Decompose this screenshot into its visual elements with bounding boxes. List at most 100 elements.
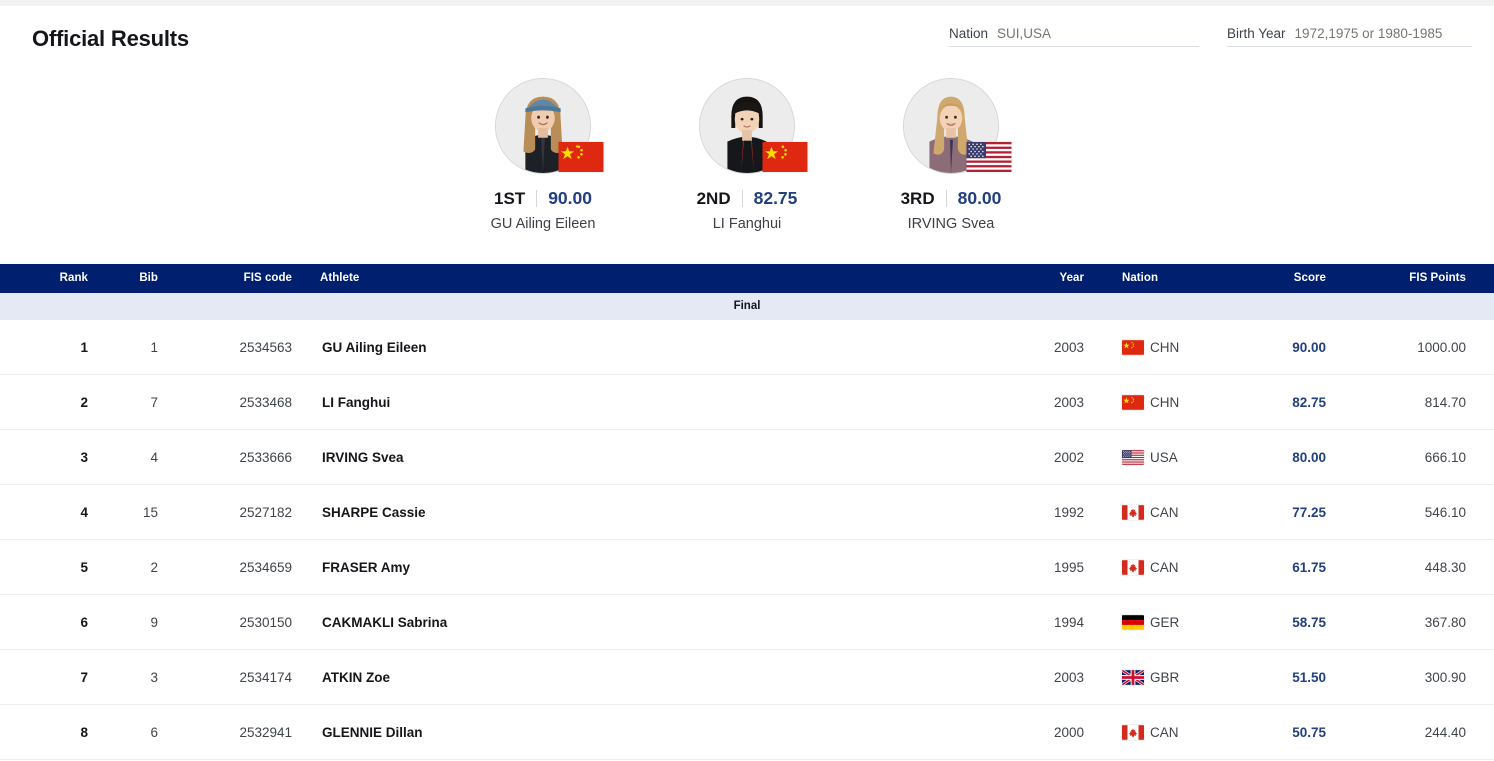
nation-code: CHN	[1150, 395, 1180, 410]
cell-score: 51.50	[1292, 670, 1326, 685]
cn-flag-icon	[558, 142, 604, 172]
cn-flag-icon	[1122, 395, 1144, 410]
page-title: Official Results	[32, 26, 189, 51]
table-row[interactable]: 5 2 2534659 FRASER Amy 1995 61.75 448.30 CAN	[0, 540, 1494, 595]
cell-bib: 15	[142, 505, 158, 520]
cell-athlete: LI Fanghui	[322, 395, 391, 410]
avatar-wrap	[903, 78, 1012, 174]
cell-year: 2003	[1053, 340, 1084, 355]
podium-score: 90.00	[548, 188, 592, 208]
column-header-nation[interactable]: Nation	[1122, 264, 1178, 293]
nation-filter-label: Nation	[949, 26, 989, 41]
cell-fis-code: 2533468	[239, 395, 292, 410]
gb-flag-icon	[1122, 670, 1144, 685]
table-row[interactable]: 3 4 2533666 IRVING Svea 2002 80.00 666.10 USA	[0, 430, 1494, 485]
cell-rank: 8	[80, 725, 88, 740]
column-header-athlete[interactable]: Athlete	[320, 264, 359, 293]
page-header: Official Results Nation Birth Year	[0, 6, 1494, 62]
cell-year: 2003	[1053, 395, 1084, 410]
podium-card-3[interactable]: 3RD 80.00 IRVING Svea	[879, 62, 1024, 262]
column-header-fis-points[interactable]: FIS Points	[1386, 264, 1466, 293]
cell-score: 82.75	[1292, 395, 1326, 410]
cell-year: 1995	[1053, 560, 1084, 575]
cell-rank: 3	[80, 450, 88, 465]
cell-score: 50.75	[1292, 725, 1326, 740]
cell-year: 2003	[1053, 670, 1084, 685]
us-flag-icon	[1122, 450, 1144, 465]
cell-fis-points: 300.90	[1424, 670, 1466, 685]
avatar-wrap	[495, 78, 604, 174]
cell-bib: 2	[150, 560, 158, 575]
cell-nation: CHN	[1122, 375, 1242, 430]
cell-athlete: GU Ailing Eileen	[322, 340, 427, 355]
podium-meta: 3RD 80.00	[901, 188, 1002, 209]
cell-nation: CAN	[1122, 485, 1242, 540]
cell-fis-code: 2530150	[239, 615, 292, 630]
cell-nation: CAN	[1122, 540, 1242, 595]
table-row[interactable]: 4 15 2527182 SHARPE Cassie 1992 77.25 546.10 C…	[0, 485, 1494, 540]
cell-fis-code: 2534563	[239, 340, 292, 355]
cell-rank: 7	[80, 670, 88, 685]
cell-bib: 1	[150, 340, 158, 355]
column-header-score[interactable]: Score	[1262, 264, 1326, 293]
de-flag-icon	[1122, 615, 1144, 630]
cell-bib: 7	[150, 395, 158, 410]
column-header-year[interactable]: Year	[1040, 264, 1084, 293]
cell-nation: GBR	[1122, 650, 1242, 705]
nation-code: CAN	[1150, 560, 1179, 575]
podium-divider	[741, 190, 743, 207]
podium-athlete-name: LI Fanghui	[712, 216, 782, 232]
cell-fis-code: 2533666	[239, 450, 292, 465]
podium-rank: 3RD	[900, 188, 935, 208]
column-header-bib[interactable]: Bib	[118, 264, 158, 293]
podium-card-1[interactable]: 1ST 90.00 GU Ailing Eileen	[471, 62, 616, 262]
cell-fis-code: 2534174	[239, 670, 292, 685]
cell-score: 58.75	[1292, 615, 1326, 630]
podium-rank: 1ST	[494, 188, 526, 208]
nation-code: CAN	[1150, 505, 1179, 520]
cell-rank: 5	[80, 560, 88, 575]
cell-fis-code: 2534659	[239, 560, 292, 575]
nation-filter[interactable]: Nation	[949, 26, 1199, 47]
cn-flag-icon	[1122, 340, 1144, 355]
column-header-rank[interactable]: Rank	[48, 264, 88, 293]
birth-year-input[interactable]	[1294, 26, 1472, 41]
cell-fis-code: 2532941	[239, 725, 292, 740]
table-row[interactable]: 7 3 2534174 ATKIN Zoe 2003 51.50 300.90 GBR	[0, 650, 1494, 705]
nation-code: GBR	[1150, 670, 1180, 685]
cell-year: 2000	[1053, 725, 1084, 740]
podium: 1ST 90.00 GU Ailing Eileen 2ND 82.75 LI …	[0, 62, 1494, 262]
table-row[interactable]: 8 6 2532941 GLENNIE Dillan 2000 50.75 244.40 C…	[0, 705, 1494, 760]
cell-bib: 3	[150, 670, 158, 685]
avatar-wrap	[699, 78, 808, 174]
podium-card-2[interactable]: 2ND 82.75 LI Fanghui	[675, 62, 820, 262]
column-header-fis-code[interactable]: FIS code	[228, 264, 292, 293]
nation-code: CAN	[1150, 725, 1179, 740]
cell-athlete: FRASER Amy	[322, 560, 411, 575]
cell-score: 80.00	[1292, 450, 1326, 465]
birth-year-filter[interactable]: Birth Year	[1227, 26, 1472, 47]
cell-athlete: CAKMAKLI Sabrina	[322, 615, 448, 630]
podium-meta: 2ND 82.75	[697, 188, 798, 209]
cell-bib: 6	[150, 725, 158, 740]
results-page: Official Results Nation Birth Year	[0, 0, 1494, 761]
cell-rank: 4	[80, 505, 88, 520]
cell-score: 77.25	[1292, 505, 1326, 520]
podium-divider	[536, 190, 538, 207]
nation-input[interactable]	[997, 26, 1199, 41]
cell-year: 1992	[1053, 505, 1084, 520]
cell-nation: CHN	[1122, 320, 1242, 375]
podium-score: 82.75	[753, 188, 798, 208]
table-row[interactable]: 2 7 2533468 LI Fanghui 2003 82.75 814.70 CHN	[0, 375, 1494, 430]
cell-bib: 4	[150, 450, 158, 465]
cell-fis-points: 367.80	[1424, 615, 1466, 630]
cn-flag-icon	[762, 142, 808, 172]
nation-code: GER	[1150, 615, 1180, 630]
cell-fis-code: 2527182	[239, 505, 292, 520]
cell-nation: USA	[1122, 430, 1242, 485]
table-row[interactable]: 6 9 2530150 CAKMAKLI Sabrina 1994 58.75 367.80…	[0, 595, 1494, 650]
table-row[interactable]: 1 1 2534563 GU Ailing Eileen 2003 90.00 1000.0…	[0, 320, 1494, 375]
table-body: 1 1 2534563 GU Ailing Eileen 2003 90.00 1000.0…	[0, 320, 1494, 760]
cell-fis-points: 546.10	[1424, 505, 1466, 520]
cell-athlete: ATKIN Zoe	[322, 670, 390, 685]
